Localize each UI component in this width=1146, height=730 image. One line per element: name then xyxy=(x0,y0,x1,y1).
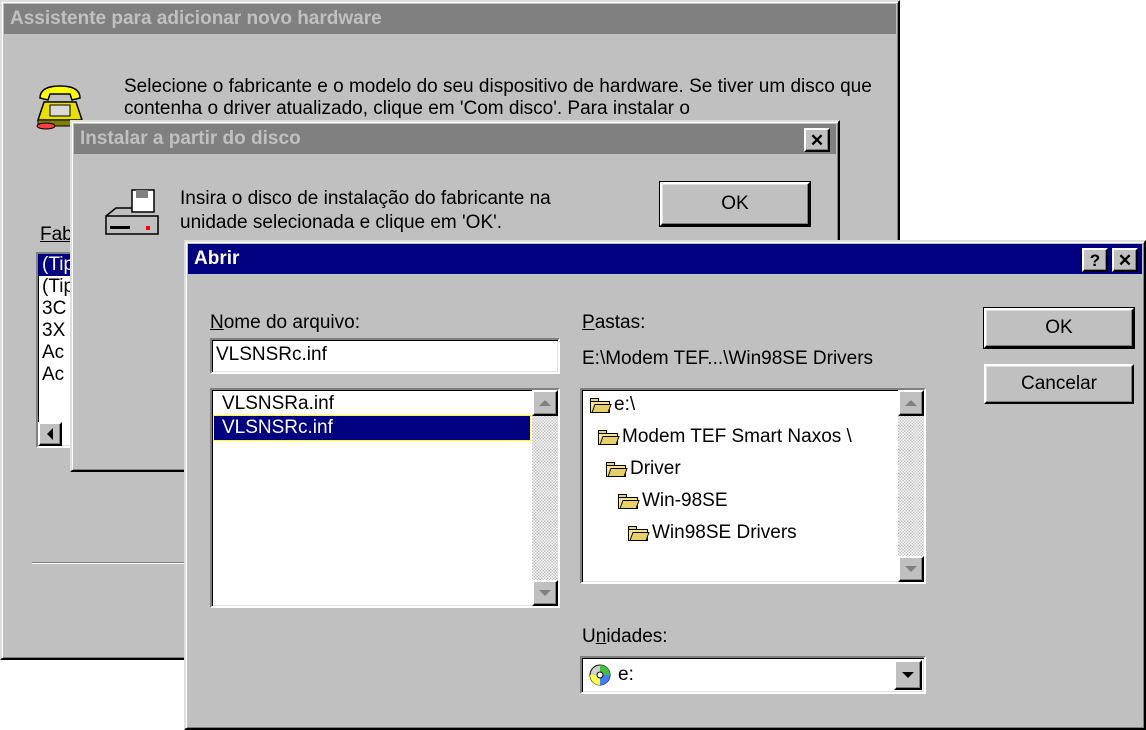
folder-tree-scroll-up[interactable] xyxy=(898,390,924,416)
wizard-title-bar[interactable]: Assistente para adicionar novo hardware xyxy=(4,4,896,34)
filename-label: Nome do arquivo: xyxy=(210,312,360,333)
manufacturers-label: Fab xyxy=(40,224,73,245)
folder-tree-label: e:\ xyxy=(614,394,636,415)
file-list-item[interactable]: VLSNSRc.inf xyxy=(213,415,531,441)
folder-tree-item[interactable]: Win98SE Drivers xyxy=(628,522,797,544)
install-disk-title-bar[interactable]: Instalar a partir do disco xyxy=(74,124,836,154)
open-dialog-close-button[interactable]: ✕ xyxy=(1112,248,1138,272)
folder-tree-item[interactable]: Win-98SE xyxy=(618,490,728,512)
open-dialog-title-bar[interactable]: Abrir xyxy=(188,244,1142,274)
folder-open-icon xyxy=(606,461,628,477)
install-disk-message-line1: Insira o disco de instalação do fabrican… xyxy=(180,188,551,209)
drives-dropdown[interactable]: e: xyxy=(580,656,926,694)
open-dialog-window: Abrir ? ✕ Nome do arquivo: VLSNSRc.inf V… xyxy=(184,240,1146,730)
folders-label: Pastas: xyxy=(582,312,646,333)
file-list-scroll-up[interactable] xyxy=(532,390,558,416)
floppy-drive-icon xyxy=(102,186,164,242)
file-list-scroll-down[interactable] xyxy=(532,580,558,606)
wizard-title: Assistente para adicionar novo hardware xyxy=(10,8,382,29)
wizard-instruction: Selecione o fabricante e o modelo do seu… xyxy=(124,76,872,119)
folder-tree-label: Modem TEF Smart Naxos \ xyxy=(622,426,852,447)
folder-tree-label: Win-98SE xyxy=(642,490,728,511)
folder-tree-item[interactable]: Modem TEF Smart Naxos \ xyxy=(598,426,852,448)
folder-tree-scrollbar[interactable] xyxy=(898,390,924,582)
current-path: E:\Modem TEF...\Win98SE Drivers xyxy=(582,348,874,369)
file-list[interactable]: VLSNSRa.inf VLSNSRc.inf xyxy=(210,388,560,608)
drives-dropdown-button[interactable] xyxy=(894,660,922,690)
open-ok-button[interactable]: OK xyxy=(983,307,1135,349)
install-disk-title: Instalar a partir do disco xyxy=(80,128,301,149)
folder-open-icon xyxy=(618,493,640,509)
drive-value: e: xyxy=(618,664,634,685)
drives-label: Unidades: xyxy=(582,626,668,647)
folder-tree-label: Win98SE Drivers xyxy=(652,522,797,543)
folder-tree-item[interactable]: Driver xyxy=(606,458,681,480)
folder-tree[interactable]: e:\ Modem TEF Smart Naxos \ Driver Win-98SE… xyxy=(580,388,926,584)
help-button[interactable]: ? xyxy=(1082,248,1108,272)
cancel-button[interactable]: Cancelar xyxy=(984,364,1134,404)
filename-input[interactable]: VLSNSRc.inf xyxy=(210,338,560,374)
file-list-item[interactable]: VLSNSRa.inf xyxy=(214,392,530,416)
open-dialog-title: Abrir xyxy=(194,248,240,269)
folder-open-icon xyxy=(598,429,620,445)
install-disk-close-button[interactable]: ✕ xyxy=(804,128,830,152)
cd-drive-icon xyxy=(588,663,612,687)
folder-tree-label: Driver xyxy=(630,458,681,479)
folder-open-icon xyxy=(590,397,612,413)
close-icon: ✕ xyxy=(1117,250,1133,270)
file-list-scrollbar[interactable] xyxy=(532,390,558,606)
install-disk-ok-button[interactable]: OK xyxy=(659,181,811,227)
folder-open-icon xyxy=(628,525,650,541)
folder-tree-item[interactable]: e:\ xyxy=(590,394,635,416)
help-icon: ? xyxy=(1089,250,1101,270)
manufacturers-hscroll-left[interactable] xyxy=(38,422,62,446)
install-disk-message-line2: unidade selecionada e clique em 'OK'. xyxy=(180,212,503,233)
folder-tree-scroll-down[interactable] xyxy=(898,556,924,582)
